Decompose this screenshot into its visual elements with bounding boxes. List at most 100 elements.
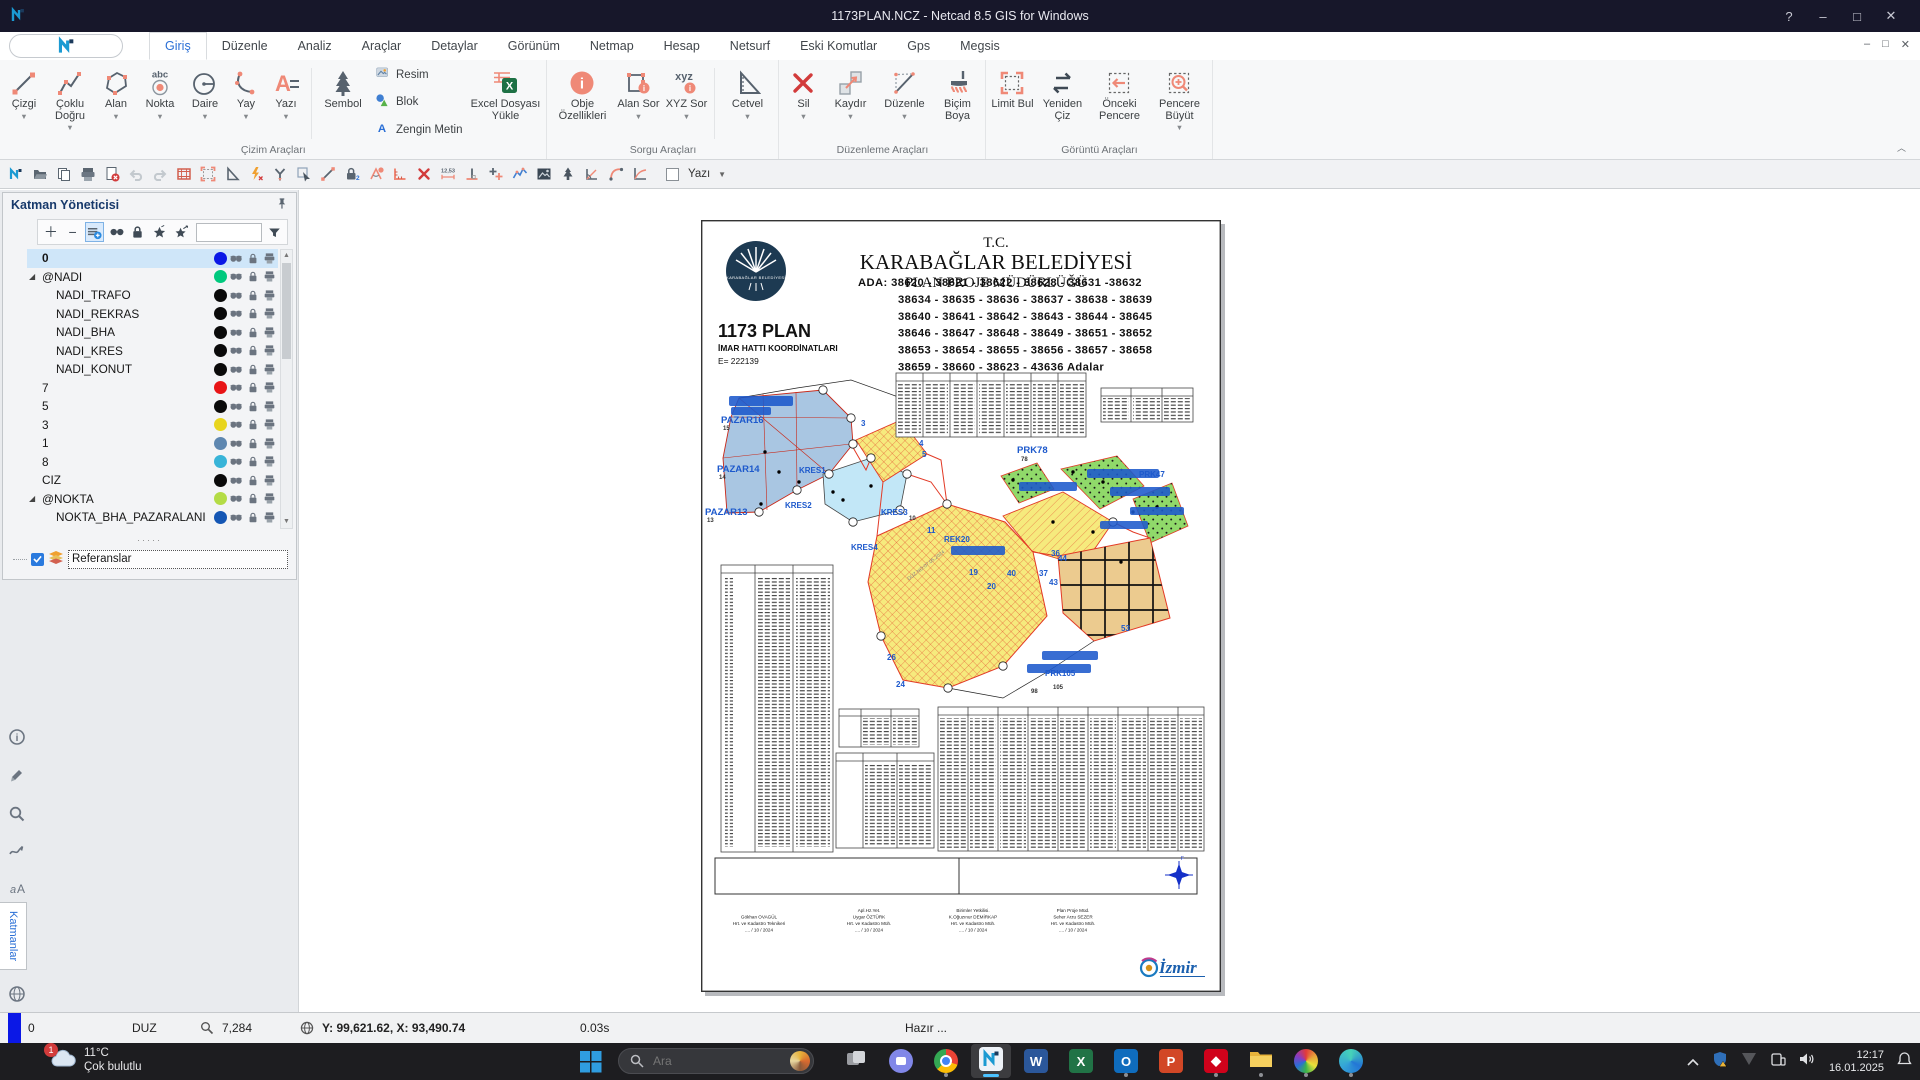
layer-visibility-icon[interactable] [227,345,244,356]
layer-row-7[interactable]: 7 [27,379,278,398]
search-input[interactable] [651,1053,775,1069]
clock[interactable]: 12:17 16.01.2025 [1829,1049,1884,1075]
add-layer-button[interactable]: ＋ [41,222,61,242]
ribbon-kaydir-button[interactable]: Kaydır▼ [825,63,875,144]
layer-lock-icon[interactable] [244,418,261,431]
paint-tool-icon[interactable] [8,766,26,784]
dropdown-arrow-icon[interactable]: ▼ [20,112,27,121]
ribbon-bicim-boya-button[interactable]: Biçim Boya [933,63,981,144]
scroll-up-icon[interactable]: ▲ [281,250,292,262]
layer-lock-icon[interactable] [244,381,261,394]
taskbar-app-netcad[interactable] [971,1044,1011,1078]
tab-duzenle[interactable]: Düzenle [207,32,283,60]
tab-megsis[interactable]: Megsis [945,32,1015,60]
tab-hesap[interactable]: Hesap [649,32,715,60]
dropdown-arrow-icon[interactable]: ▼ [847,112,854,121]
layer-color-swatch[interactable] [214,344,227,357]
drawing-list-icon[interactable] [174,164,194,184]
yazi-dropdown-caret[interactable]: ▼ [718,170,726,179]
select-object-icon[interactable] [294,164,314,184]
tray-expand-icon[interactable] [1687,1053,1699,1071]
tab-gps[interactable]: Gps [892,32,945,60]
taskbar-app-edge[interactable] [1331,1044,1371,1078]
ribbon-nokta-button[interactable]: abcNokta▼ [138,63,182,144]
star-icon[interactable] [150,222,170,242]
undo-icon[interactable] [126,164,146,184]
layer-print-icon[interactable] [261,400,278,413]
yazi-checkbox[interactable] [666,168,679,181]
layer-row-nadi[interactable]: ◢@NADI [27,268,278,287]
layer-row-3[interactable]: 3 [27,416,278,435]
raster-image-icon[interactable] [534,164,554,184]
delete-red-icon[interactable] [414,164,434,184]
layer-visibility-icon[interactable] [227,290,244,301]
ribbon-sembol-button[interactable]: Sembol [317,63,369,144]
layer-visibility-icon[interactable] [227,456,244,467]
tab-analiz[interactable]: Analiz [283,32,347,60]
ribbon-daire-button[interactable]: Daire▼ [184,63,226,144]
ribbon-sil-button[interactable]: Sil▼ [783,63,823,144]
layer-color-swatch[interactable] [214,381,227,394]
print-icon[interactable] [78,164,98,184]
measure-distance-icon[interactable]: 12,53 [438,164,458,184]
layer-print-icon[interactable] [261,344,278,357]
layer-row-5[interactable]: 5 [27,397,278,416]
layer-visibility-icon[interactable] [227,308,244,319]
layer-visibility-icon[interactable] [227,475,244,486]
ribbon-yeniden-ciz-button[interactable]: Yeniden Çiz [1036,63,1088,144]
dropdown-arrow-icon[interactable]: ▼ [800,112,807,121]
minimize-button[interactable]: – [1806,9,1840,24]
layer-color-swatch[interactable] [214,363,227,376]
triangle-ruler-icon[interactable] [222,164,242,184]
layer-lock-icon[interactable] [244,252,261,265]
taskbar-app-excel[interactable]: X [1061,1044,1101,1078]
layer-list-scrollbar[interactable]: ▲ ▼ [280,249,293,529]
profile-line-icon[interactable] [510,164,530,184]
layer-row-nokta-bha-pazaralani[interactable]: NOKTA_BHA_PAZARALANI [27,508,278,527]
tab-araclar[interactable]: Araçlar [347,32,417,60]
ribbon-cetvel-button[interactable]: Cetvel▼ [720,63,774,144]
layer-row-1[interactable]: 1 [27,434,278,453]
panel-splitter[interactable]: ····· [3,535,296,545]
layer-visibility-icon[interactable] [227,438,244,449]
taskbar-app-outlook[interactable]: O [1106,1044,1146,1078]
layer-print-icon[interactable] [261,307,278,320]
font-tool-icon[interactable]: aA [8,880,26,898]
mdi-minimize-button[interactable]: – [1864,38,1870,51]
ribbon-alan-button[interactable]: Alan▼ [96,63,136,144]
mdi-close-button[interactable]: ✕ [1901,38,1910,51]
tab-katmanlar[interactable]: Katmanlar [0,902,27,970]
ribbon-coklu-dogru-button[interactable]: Çoklu Doğru▼ [46,63,94,144]
layer-print-icon[interactable] [261,418,278,431]
display-icon[interactable] [1741,1052,1757,1071]
scrollbar-thumb[interactable] [282,263,291,359]
curve-tool-icon[interactable] [8,842,26,860]
dropdown-arrow-icon[interactable]: ▼ [201,112,208,121]
draw-mode[interactable]: DUZ [132,1013,157,1043]
layer-print-icon[interactable] [261,326,278,339]
tab-netmap[interactable]: Netmap [575,32,649,60]
curve-axis-icon[interactable] [630,164,650,184]
redo-icon[interactable] [150,164,170,184]
tab-giris[interactable]: Giriş [149,32,207,60]
app-menu-button[interactable] [9,34,123,58]
ribbon-z-engin-metin-button[interactable]: AZengin Metin [375,121,462,138]
close-button[interactable]: ✕ [1874,8,1908,24]
layer-lock-icon[interactable] [244,474,261,487]
dropdown-arrow-icon[interactable]: ▼ [112,112,119,121]
weather-widget[interactable]: 1 11°C Çok bulutlu [50,1046,142,1074]
layer-color-swatch[interactable] [214,511,227,524]
ribbon-resim-button[interactable]: Resim [375,66,462,83]
maximize-button[interactable]: □ [1840,9,1874,24]
ribbon-onceki-pencere-button[interactable]: Önceki Pencere [1090,63,1148,144]
perpendicular-icon[interactable] [462,164,482,184]
globe-icon[interactable] [8,985,26,1003]
taskbar-app-powerpoint[interactable]: P [1151,1044,1191,1078]
dropdown-arrow-icon[interactable]: ▼ [744,112,751,121]
layer-visibility-icon[interactable] [227,253,244,264]
layer-visibility-icon[interactable] [227,493,244,504]
layer-visibility-icon[interactable] [227,401,244,412]
ribbon-duzenle-button[interactable]: Düzenle▼ [877,63,931,144]
ribbon-alan-sor-button[interactable]: iAlan Sor▼ [615,63,661,144]
copy-document-icon[interactable] [54,164,74,184]
